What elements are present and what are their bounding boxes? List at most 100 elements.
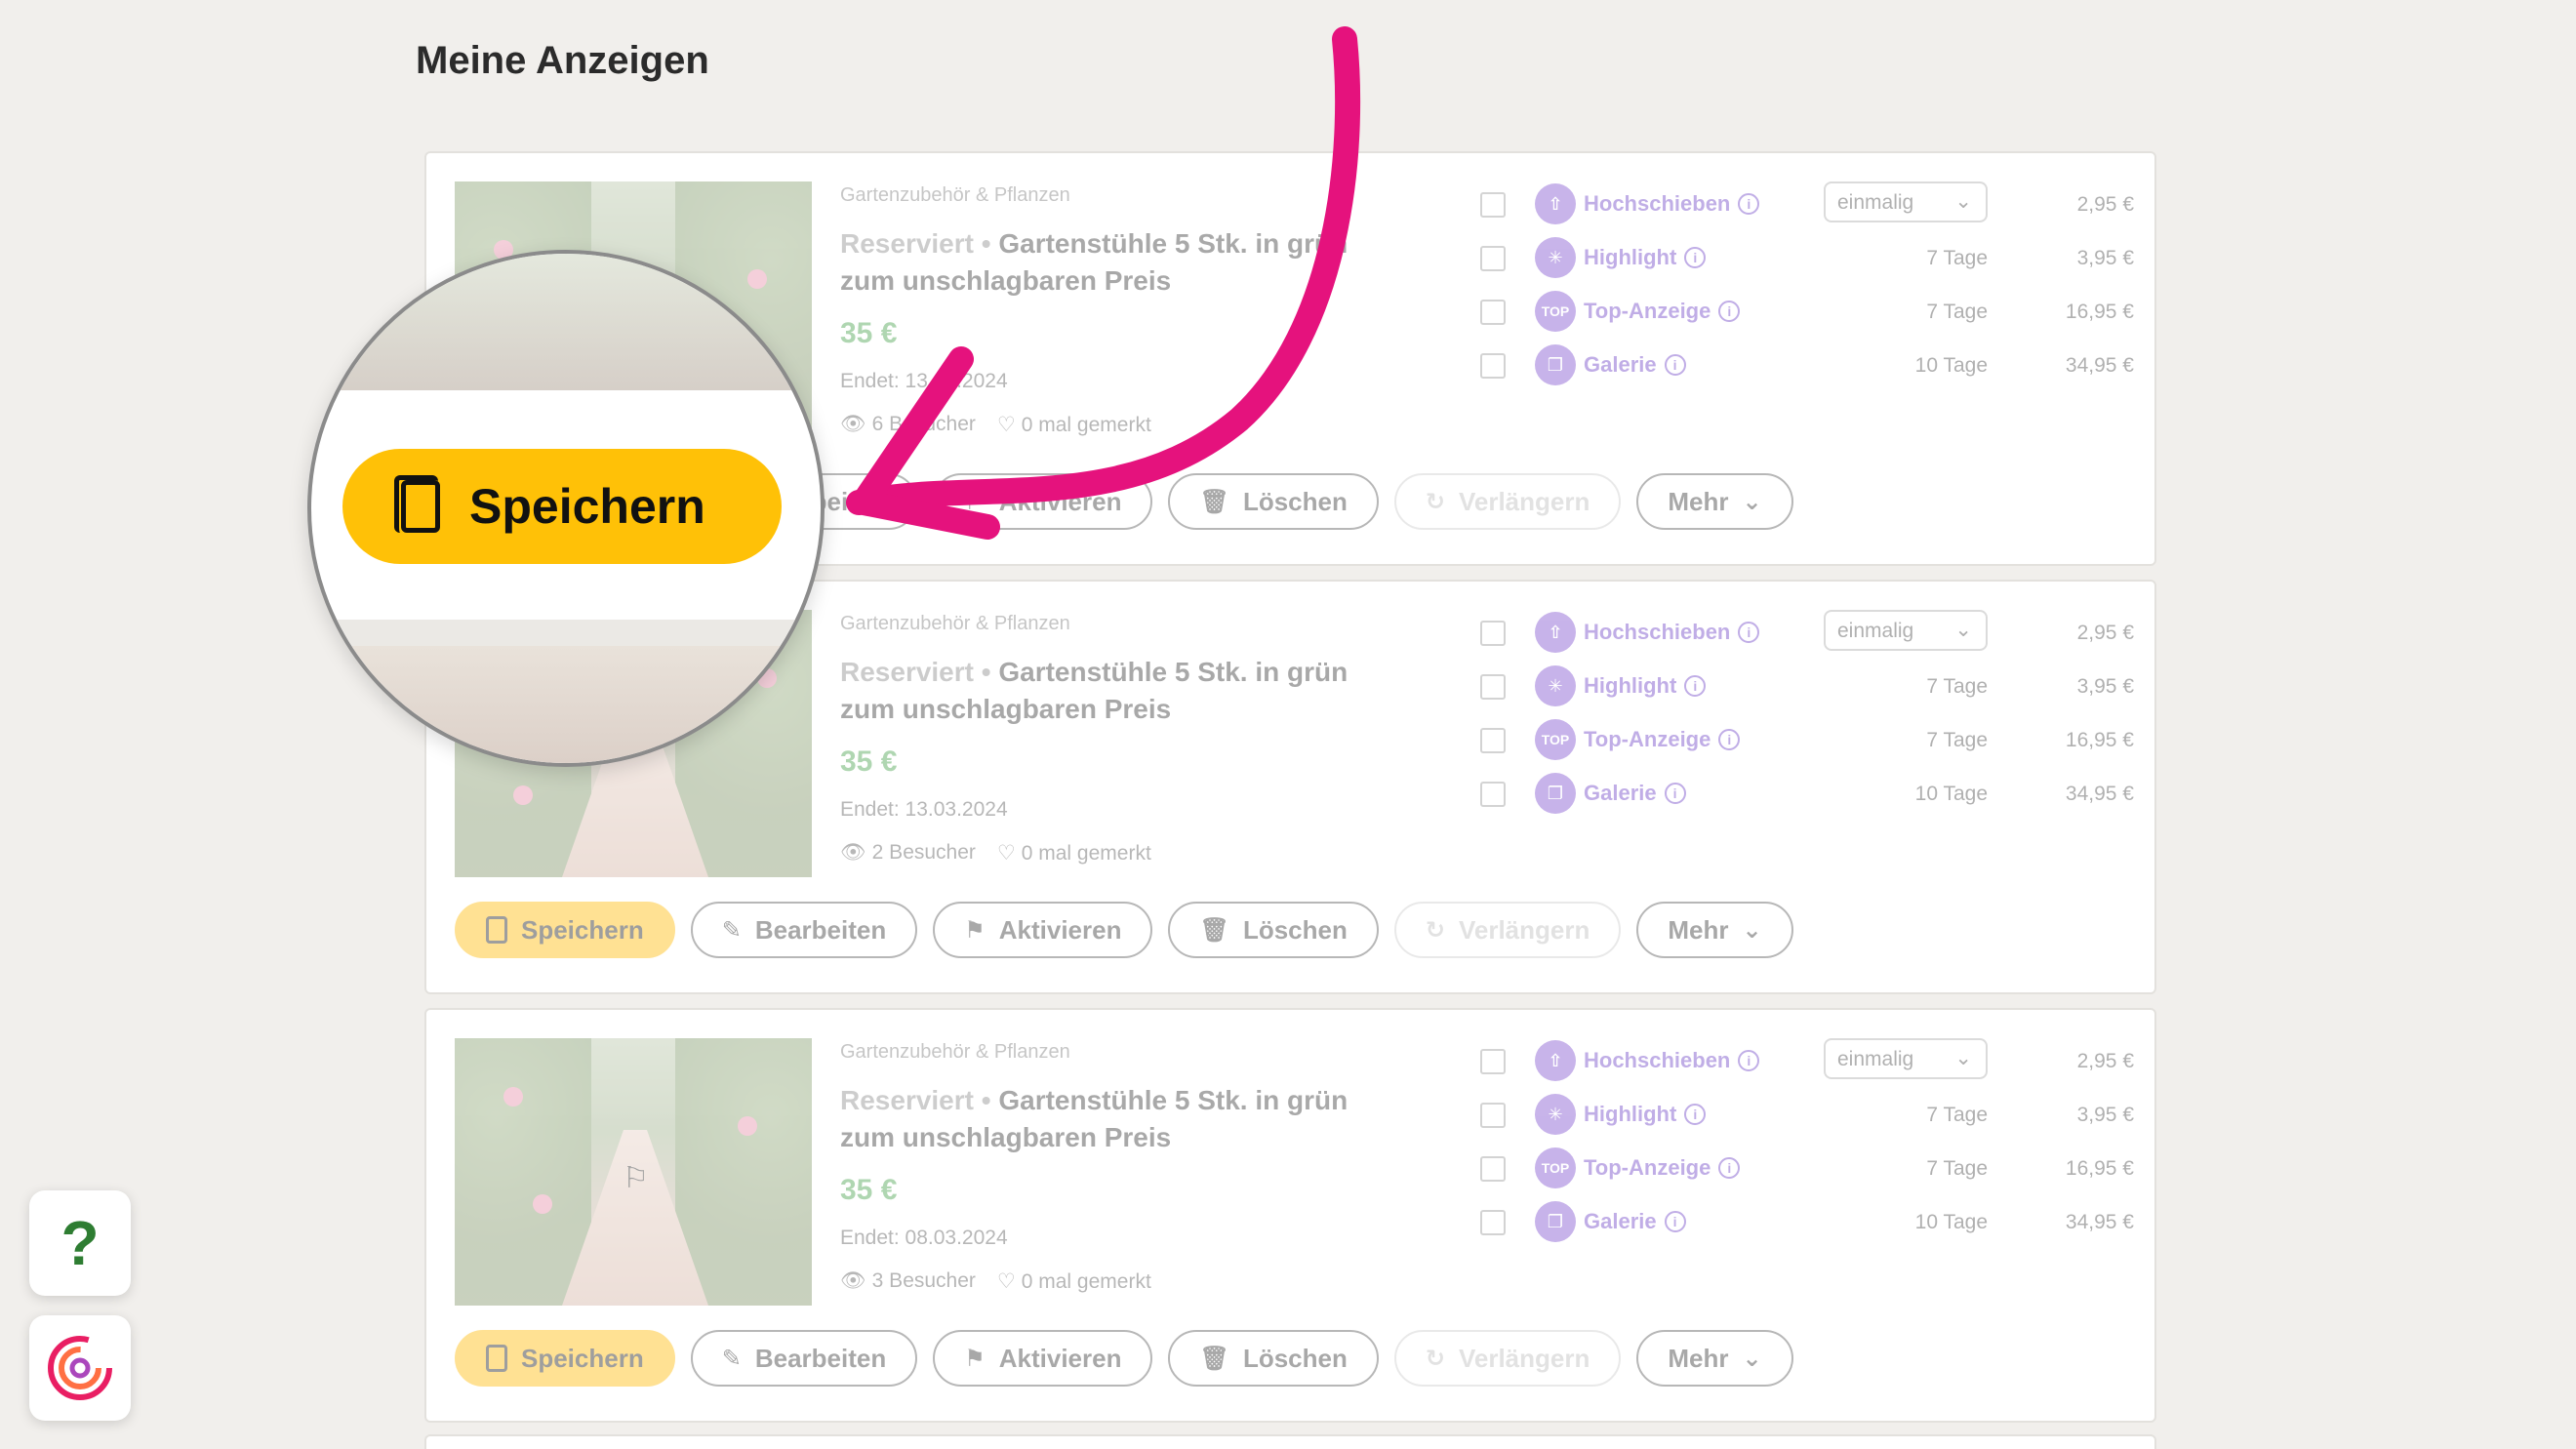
listing-stats: 👁 3 Besucher ♡ 0 mal gemerkt <box>840 1269 1151 1293</box>
listing-status: Reserviert <box>840 657 974 687</box>
info-icon[interactable]: i <box>1684 247 1707 268</box>
top-badge-icon: TOP <box>1535 291 1576 332</box>
checkbox-hochschieben[interactable] <box>1480 621 1506 646</box>
info-icon[interactable]: i <box>1664 1211 1686 1232</box>
listing-thumbnail[interactable]: ⚐ <box>455 1038 812 1306</box>
more-button[interactable]: Mehr ⌄ <box>1636 473 1793 530</box>
flag-icon: ⚑ <box>964 1345 986 1372</box>
listing-category: Gartenzubehör & Pflanzen <box>840 613 1070 634</box>
listing-end-date: Endet: 13.03.2024 <box>840 370 1008 392</box>
info-icon[interactable]: i <box>1718 729 1741 750</box>
info-icon[interactable]: i <box>1718 1157 1741 1179</box>
info-icon[interactable]: i <box>1684 675 1707 697</box>
trash-icon: 🗑 <box>1199 1345 1229 1372</box>
more-button[interactable]: Mehr ⌄ <box>1636 1330 1793 1387</box>
refresh-icon: ↻ <box>1425 916 1445 944</box>
copy-icon <box>486 916 507 944</box>
listing-title[interactable]: Reserviert • Gartenstühle 5 Stk. in grün… <box>840 225 1387 300</box>
save-button[interactable]: Speichern <box>455 902 675 958</box>
delete-button[interactable]: 🗑 Löschen <box>1168 1330 1379 1387</box>
top-badge-icon: TOP <box>1535 1147 1576 1188</box>
listing-end-date: Endet: 13.03.2024 <box>840 798 1008 821</box>
listing-end-date: Endet: 08.03.2024 <box>840 1227 1008 1249</box>
checkbox-top-anzeige[interactable] <box>1480 728 1506 753</box>
zoomed-save-button: Speichern <box>342 449 782 564</box>
save-button[interactable]: Speichern <box>455 1330 675 1387</box>
extend-button: ↻ Verlängern <box>1393 1330 1622 1387</box>
promotion-options: ⇧ Hochschieben i einmalig ⌄ 2,95 € ✳ Highlight… <box>1480 606 2134 821</box>
info-icon[interactable]: i <box>1664 354 1686 376</box>
listing-card-3: ⚐ Gartenzubehör & Pflanzen Reserviert • … <box>424 1008 2156 1423</box>
brand-widget-button[interactable] <box>29 1315 131 1421</box>
info-icon[interactable]: i <box>1718 301 1741 322</box>
activate-button[interactable]: ⚑ Aktivieren <box>933 902 1153 958</box>
checkbox-highlight[interactable] <box>1480 674 1506 700</box>
activate-button[interactable]: ⚑ Aktivieren <box>933 473 1153 530</box>
eye-icon: 👁 <box>840 841 866 864</box>
push-up-icon: ⇧ <box>1535 183 1576 224</box>
flag-icon: ⚑ <box>964 488 986 515</box>
copy-icon <box>486 1345 507 1372</box>
activate-button[interactable]: ⚑ Aktivieren <box>933 1330 1153 1387</box>
listing-title[interactable]: Reserviert • Gartenstühle 5 Stk. in grün… <box>840 654 1387 728</box>
gallery-icon: ❐ <box>1535 344 1576 385</box>
chevron-down-icon: ⌄ <box>1954 1047 1972 1069</box>
top-badge-icon: TOP <box>1535 719 1576 760</box>
listing-title[interactable]: Reserviert • Gartenstühle 5 Stk. in grün… <box>840 1082 1387 1156</box>
frequency-select[interactable]: einmalig ⌄ <box>1824 181 1988 222</box>
gallery-icon: ❐ <box>1535 773 1576 814</box>
push-up-icon: ⇧ <box>1535 1040 1576 1081</box>
checkbox-highlight[interactable] <box>1480 1103 1506 1128</box>
listing-price: 35 € <box>840 1174 898 1206</box>
chevron-down-icon: ⌄ <box>1742 916 1762 944</box>
copy-icon <box>394 475 440 533</box>
trash-icon: 🗑 <box>1199 488 1229 515</box>
chevron-down-icon: ⌄ <box>1742 1345 1762 1372</box>
checkbox-galerie[interactable] <box>1480 1210 1506 1235</box>
checkbox-highlight[interactable] <box>1480 246 1506 271</box>
info-icon[interactable]: i <box>1738 193 1760 215</box>
listing-price: 35 € <box>840 745 898 778</box>
more-button[interactable]: Mehr ⌄ <box>1636 902 1793 958</box>
extend-button: ↻ Verlängern <box>1393 902 1622 958</box>
info-icon[interactable]: i <box>1664 783 1686 804</box>
extend-button: ↻ Verlängern <box>1393 473 1622 530</box>
edit-button[interactable]: ✎Bearbeiten <box>690 1330 918 1387</box>
eye-icon: 👁 <box>840 1269 866 1292</box>
checkbox-top-anzeige[interactable] <box>1480 1156 1506 1182</box>
chevron-down-icon: ⌄ <box>1954 619 1972 641</box>
checkbox-hochschieben[interactable] <box>1480 192 1506 218</box>
frequency-select[interactable]: einmalig ⌄ <box>1824 610 1988 651</box>
help-button[interactable]: ? <box>29 1190 131 1296</box>
zoom-callout: Speichern <box>307 250 825 767</box>
checkbox-hochschieben[interactable] <box>1480 1049 1506 1074</box>
heart-icon: ♡ <box>996 1270 1016 1293</box>
flag-icon: ⚐ <box>623 1162 649 1194</box>
pencil-icon: ✎ <box>721 916 742 944</box>
frequency-select[interactable]: einmalig ⌄ <box>1824 1038 1988 1079</box>
heart-icon: ♡ <box>996 842 1016 865</box>
heart-icon: ♡ <box>996 414 1016 436</box>
edit-button[interactable]: ✎Bearbeiten <box>690 902 918 958</box>
checkbox-galerie[interactable] <box>1480 782 1506 807</box>
listing-card-4 <box>424 1434 2156 1449</box>
refresh-icon: ↻ <box>1425 1345 1445 1372</box>
info-icon[interactable]: i <box>1738 1050 1760 1071</box>
sparkle-icon: ✳ <box>1535 237 1576 278</box>
checkbox-top-anzeige[interactable] <box>1480 300 1506 325</box>
info-icon[interactable]: i <box>1684 1104 1707 1125</box>
flag-icon: ⚑ <box>964 916 986 944</box>
checkbox-galerie[interactable] <box>1480 353 1506 379</box>
promotion-options: ⇧ Hochschieben i einmalig ⌄ 2,95 € ✳ Highlight… <box>1480 178 2134 392</box>
delete-button[interactable]: 🗑 Löschen <box>1168 902 1379 958</box>
listing-stats: 👁 6 Besucher ♡ 0 mal gemerkt <box>840 413 1151 436</box>
sparkle-icon: ✳ <box>1535 1094 1576 1135</box>
info-icon[interactable]: i <box>1738 622 1760 643</box>
listing-actions: Speichern ✎Bearbeiten ⚑Aktivieren 🗑Lösch… <box>455 1330 1793 1387</box>
push-up-icon: ⇧ <box>1535 612 1576 653</box>
delete-button[interactable]: 🗑 Löschen <box>1168 473 1379 530</box>
listing-stats: 👁 2 Besucher ♡ 0 mal gemerkt <box>840 841 1151 865</box>
sparkle-icon: ✳ <box>1535 665 1576 706</box>
chevron-down-icon: ⌄ <box>1742 488 1762 515</box>
listing-category: Gartenzubehör & Pflanzen <box>840 184 1070 206</box>
